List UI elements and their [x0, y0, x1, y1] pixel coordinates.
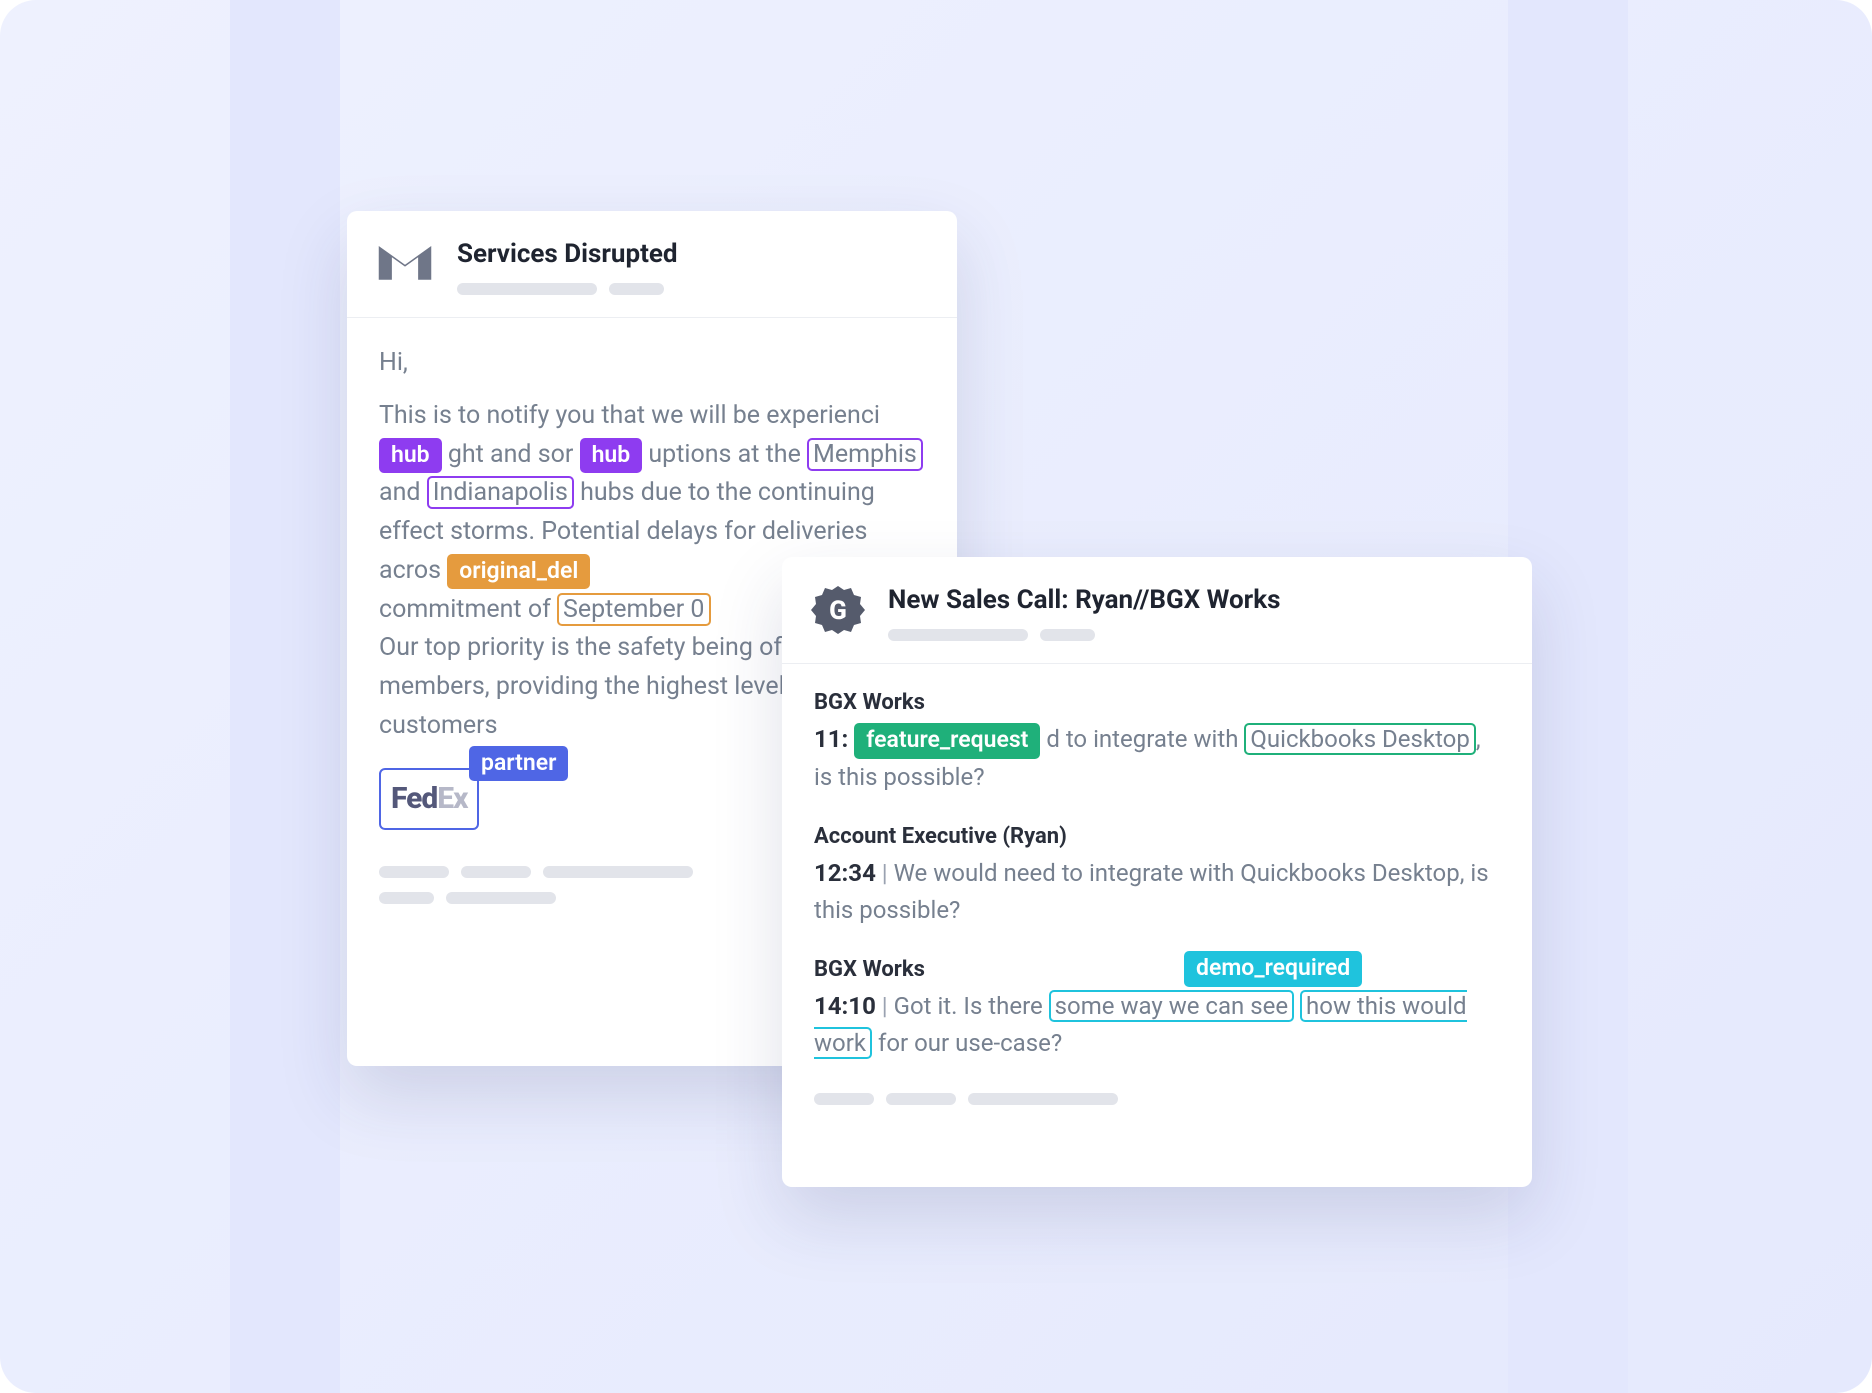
gear-badge-icon: G: [810, 583, 866, 639]
entity-indianapolis[interactable]: Indianapolis: [427, 476, 574, 509]
skeleton-row: [814, 1093, 1500, 1105]
entity-demo-phrase[interactable]: some way we can see: [1049, 990, 1294, 1022]
svg-text:G: G: [829, 596, 847, 626]
skeleton-row: [457, 283, 929, 295]
entity-memphis[interactable]: Memphis: [807, 438, 923, 471]
bg-stripe: [230, 0, 340, 1393]
message-from: BGX Works: [814, 957, 1500, 982]
message-line: 12:34 | We would need to integrate with …: [814, 855, 1500, 929]
message-time: 14:10: [814, 992, 876, 1020]
message-from: Account Executive (Ryan): [814, 824, 1500, 849]
entity-fedex[interactable]: FedEx: [379, 768, 479, 831]
message-time: 11:: [814, 725, 848, 753]
mail-icon: [375, 237, 435, 289]
call-header: G New Sales Call: Ryan//BGX Works: [782, 557, 1532, 664]
call-title: New Sales Call: Ryan//BGX Works: [888, 585, 1504, 615]
email-greeting: Hi,: [379, 344, 925, 383]
tag-demo-required[interactable]: demo_required: [1184, 951, 1362, 987]
call-body: BGX Works 11: feature_request d to integ…: [782, 664, 1532, 1125]
message-block: Account Executive (Ryan) 12:34 | We woul…: [814, 824, 1500, 929]
message-line: 11: feature_request d to integrate with …: [814, 721, 1500, 796]
tag-hub[interactable]: hub: [580, 438, 643, 474]
message-time: 12:34: [814, 859, 876, 887]
entity-september[interactable]: September 0: [557, 593, 711, 626]
email-title: Services Disrupted: [457, 239, 929, 269]
tag-original-del[interactable]: original_del: [447, 554, 590, 590]
message-from: BGX Works: [814, 690, 1500, 715]
tag-partner[interactable]: partner: [469, 746, 568, 782]
stage: Services Disrupted Hi, This is to notify…: [0, 0, 1872, 1393]
tag-feature-request[interactable]: feature_request: [854, 723, 1040, 759]
skeleton-row: [888, 629, 1504, 641]
tag-hub[interactable]: hub: [379, 438, 442, 474]
call-card: G New Sales Call: Ryan//BGX Works BGX Wo…: [782, 557, 1532, 1187]
email-header: Services Disrupted: [347, 211, 957, 318]
message-block: BGX Works 11: feature_request d to integ…: [814, 690, 1500, 796]
message-line: 14:10 | Got it. Is there some way we can…: [814, 988, 1500, 1062]
message-block: BGX Works demo_required 14:10 | Got it. …: [814, 957, 1500, 1062]
entity-quickbooks[interactable]: Quickbooks Desktop: [1244, 723, 1475, 755]
